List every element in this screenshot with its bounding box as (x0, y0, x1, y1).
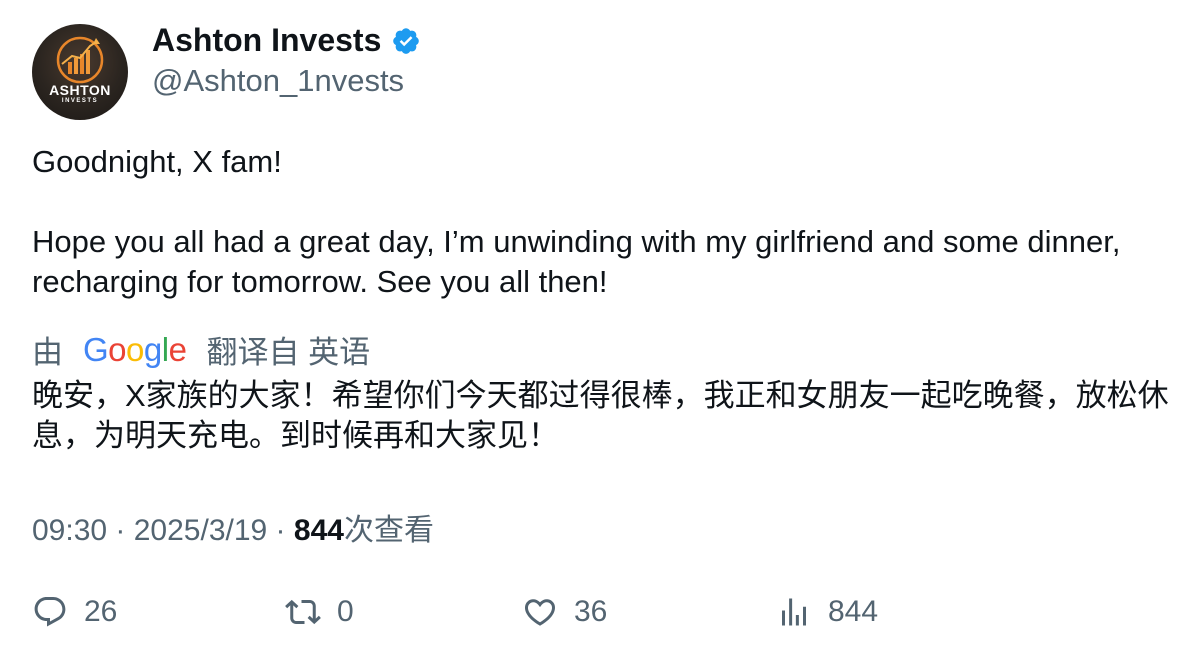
meta-separator: · (267, 514, 294, 547)
meta-views-count: 844 (293, 514, 344, 547)
reply-count: 26 (84, 595, 118, 628)
views-count: 844 (828, 595, 879, 628)
tweet-paragraph: Hope you all had a great day, I’m unwind… (32, 224, 1121, 299)
reply-icon (34, 597, 66, 627)
tweet-paragraph: Goodnight, X fam! (32, 144, 282, 179)
author-name-text[interactable]: Ashton Invests (152, 22, 381, 59)
heart-icon (524, 599, 556, 626)
avatar[interactable]: ASHTON INVESTS (32, 24, 128, 120)
verified-badge-icon[interactable] (391, 26, 421, 56)
retweet-count: 0 (337, 595, 354, 628)
tweet-body: Goodnight, X fam! Hope you all had a gre… (32, 142, 1172, 302)
translation-suffix: 翻译自 英语 (206, 335, 371, 370)
translation-prefix: 由 (32, 335, 63, 370)
like-button[interactable]: 36 (522, 590, 607, 634)
translated-text: 晚安，X家族的大家！希望你们今天都过得很棒，我正和女朋友一起吃晚餐，放松休息，为… (32, 378, 1169, 453)
meta-views-label: 次查看 (343, 514, 434, 547)
views-button[interactable]: 844 (776, 590, 878, 634)
action-bar: 26 0 36 844 (32, 590, 1172, 634)
tweet-meta: 09:30 · 2025/3/19 · 844次查看 (32, 505, 434, 549)
tweet-time[interactable]: 09:30 (32, 514, 107, 547)
avatar-logo-subtext: INVESTS (61, 98, 99, 104)
reply-button[interactable]: 26 (32, 590, 117, 634)
author-handle[interactable]: @Ashton_1nvests (152, 63, 404, 99)
google-logo: Google (83, 330, 187, 368)
chart-logo-icon (56, 36, 104, 84)
analytics-icon (782, 598, 806, 626)
translation-attribution[interactable]: 由 Google 翻译自 英语 (32, 327, 370, 372)
retweet-icon (285, 599, 321, 625)
author-name[interactable]: Ashton Invests (152, 22, 421, 59)
avatar-logo-text: ASHTON (49, 82, 111, 98)
retweet-button[interactable]: 0 (285, 590, 354, 634)
meta-separator: · (107, 514, 134, 547)
like-count: 36 (574, 595, 608, 628)
tweet-date[interactable]: 2025/3/19 (134, 514, 267, 547)
